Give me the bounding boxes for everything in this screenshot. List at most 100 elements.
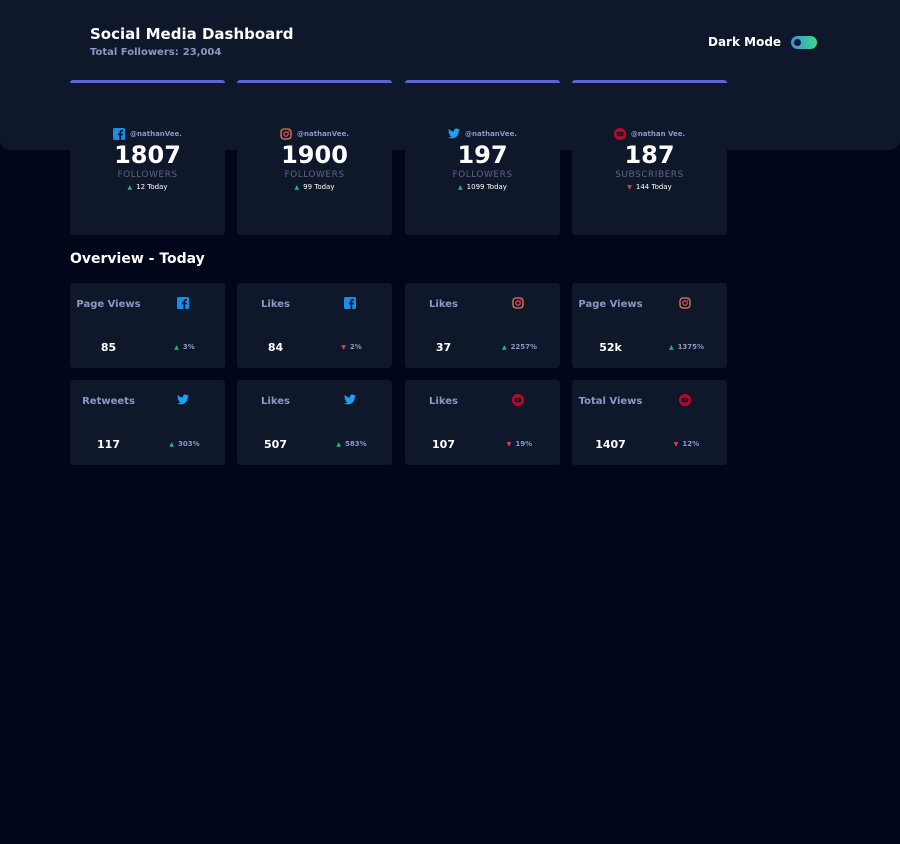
follower-count: 1807 bbox=[114, 141, 181, 169]
toggle-knob bbox=[794, 38, 802, 46]
today-change: ▲ 12 Today bbox=[70, 183, 225, 191]
facebook-icon bbox=[177, 297, 191, 311]
instagram-icon bbox=[679, 297, 693, 311]
metric-label: Likes bbox=[261, 396, 290, 407]
handle: @nathanVee. bbox=[130, 130, 182, 138]
youtube-icon bbox=[613, 128, 626, 140]
follower-count: 1900 bbox=[281, 141, 348, 169]
facebook-icon bbox=[113, 128, 126, 140]
overview-card[interactable]: Likes 37 ▲ 2257% bbox=[405, 283, 560, 368]
follower-card-youtube[interactable]: @nathan Vee. 187 SUBSCRIBERS ▼ 144 Today bbox=[572, 80, 727, 235]
metric-value: 107 bbox=[432, 438, 455, 451]
metric-change-text: 19% bbox=[515, 440, 533, 448]
metric-value: 1407 bbox=[595, 438, 626, 451]
handle: @nathanVee. bbox=[465, 129, 517, 138]
arrow-down-icon: ▼ bbox=[506, 441, 512, 448]
metric-label: Retweets bbox=[82, 396, 135, 407]
metric-label: Likes bbox=[261, 299, 290, 310]
arrow-up-icon: ▲ bbox=[294, 184, 300, 191]
metric-change-text: 12% bbox=[682, 440, 700, 448]
today-change-text: 99 Today bbox=[303, 183, 335, 191]
metric-change: ▲ 583% bbox=[329, 440, 374, 448]
follower-card-facebook[interactable]: @nathanVee. 1807 FOLLOWERS ▲ 12 Today bbox=[70, 80, 225, 235]
follower-label: SUBSCRIBERS bbox=[615, 170, 684, 180]
metric-label: Page Views bbox=[76, 299, 141, 310]
metric-value: 117 bbox=[97, 438, 120, 451]
twitter-icon bbox=[448, 128, 461, 139]
follower-card-twitter[interactable]: @nathanVee. 197 FOLLOWERS ▲ 1099 Today bbox=[405, 80, 560, 235]
arrow-up-icon: ▲ bbox=[458, 184, 463, 191]
today-change: ▲ 1099 Today bbox=[405, 183, 560, 191]
follower-label: FOLLOWERS bbox=[452, 170, 513, 180]
metric-value: 52k bbox=[599, 341, 622, 354]
today-change-text: 144 Today bbox=[635, 183, 672, 191]
dark-mode-control: Dark Mode bbox=[708, 35, 818, 49]
overview-card[interactable]: Page Views 52k ▲ 1375% bbox=[572, 283, 727, 368]
metric-change-text: 583% bbox=[344, 440, 367, 448]
metric-change: ▲ 303% bbox=[162, 440, 207, 448]
instagram-icon bbox=[512, 297, 526, 311]
twitter-icon bbox=[344, 394, 358, 408]
metric-label: Likes bbox=[429, 299, 458, 310]
follower-label: FOLLOWERS bbox=[284, 170, 345, 180]
overview-card[interactable]: Page Views 85 ▲ 3% bbox=[70, 283, 225, 368]
instagram-icon bbox=[280, 128, 292, 140]
dark-mode-toggle[interactable] bbox=[791, 35, 818, 49]
metric-value: 84 bbox=[267, 341, 284, 354]
overview-card[interactable]: Likes 507 ▲ 583% bbox=[237, 380, 392, 465]
overview-card[interactable]: Retweets 117 ▲ 303% bbox=[70, 380, 225, 465]
metric-change: ▲ 2257% bbox=[497, 343, 542, 351]
twitter-icon bbox=[177, 394, 191, 408]
metric-change: ▼ 12% bbox=[664, 440, 709, 448]
metric-value: 85 bbox=[100, 341, 117, 354]
today-change: ▲ 99 Today bbox=[237, 183, 392, 191]
handle-row: @nathanVee. bbox=[405, 128, 560, 139]
overview-title: Overview - Today bbox=[70, 251, 205, 267]
follower-label: FOLLOWERS bbox=[117, 170, 178, 180]
facebook-icon bbox=[344, 297, 358, 311]
arrow-up-icon: ▲ bbox=[336, 441, 341, 448]
page-title: Social Media Dashboard bbox=[90, 25, 294, 43]
handle: @nathan Vee. bbox=[630, 130, 686, 138]
arrow-up-icon: ▲ bbox=[169, 441, 174, 448]
metric-label: Page Views bbox=[578, 299, 643, 310]
youtube-icon bbox=[679, 394, 693, 408]
today-change: ▼ 144 Today bbox=[572, 183, 727, 191]
metric-change: ▼ 19% bbox=[497, 440, 542, 448]
handle-row: @nathanVee. bbox=[237, 128, 392, 140]
handle: @nathanVee. bbox=[297, 130, 349, 138]
total-followers-value: 23,004 bbox=[182, 47, 222, 58]
dark-mode-label: Dark Mode bbox=[708, 35, 782, 49]
arrow-up-icon: ▲ bbox=[174, 344, 179, 351]
arrow-up-icon: ▲ bbox=[501, 344, 507, 351]
metric-value: 507 bbox=[264, 438, 287, 451]
today-change-text: 12 Today bbox=[136, 183, 168, 191]
overview-card[interactable]: Likes 84 ▼ 2% bbox=[237, 283, 392, 368]
overview-card[interactable]: Likes 107 ▼ 19% bbox=[405, 380, 560, 465]
metric-label: Total Views bbox=[578, 396, 643, 407]
follower-card-instagram[interactable]: @nathanVee. 1900 FOLLOWERS ▲ 99 Today bbox=[237, 80, 392, 235]
metric-change-text: 3% bbox=[182, 343, 195, 351]
metric-change-text: 1375% bbox=[677, 343, 705, 351]
handle-row: @nathan Vee. bbox=[572, 128, 727, 140]
total-followers: Total Followers: 23,004 bbox=[90, 47, 221, 58]
today-change-text: 1099 Today bbox=[466, 183, 507, 191]
total-followers-label: Total Followers: bbox=[90, 47, 179, 58]
follower-count: 187 bbox=[624, 141, 675, 169]
arrow-down-icon: ▼ bbox=[673, 441, 679, 448]
overview-card[interactable]: Total Views 1407 ▼ 12% bbox=[572, 380, 727, 465]
arrow-down-icon: ▼ bbox=[341, 344, 346, 351]
arrow-down-icon: ▼ bbox=[627, 184, 632, 191]
arrow-up-icon: ▲ bbox=[127, 184, 133, 191]
metric-value: 37 bbox=[435, 341, 452, 354]
youtube-icon bbox=[512, 394, 526, 408]
metric-change-text: 2257% bbox=[510, 343, 538, 351]
metric-change: ▲ 3% bbox=[162, 343, 207, 351]
metric-change: ▼ 2% bbox=[329, 343, 374, 351]
follower-count: 197 bbox=[457, 141, 508, 169]
metric-label: Likes bbox=[429, 396, 458, 407]
metric-change-text: 303% bbox=[177, 440, 200, 448]
metric-change: ▲ 1375% bbox=[664, 343, 709, 351]
arrow-up-icon: ▲ bbox=[668, 344, 674, 351]
handle-row: @nathanVee. bbox=[70, 128, 225, 140]
